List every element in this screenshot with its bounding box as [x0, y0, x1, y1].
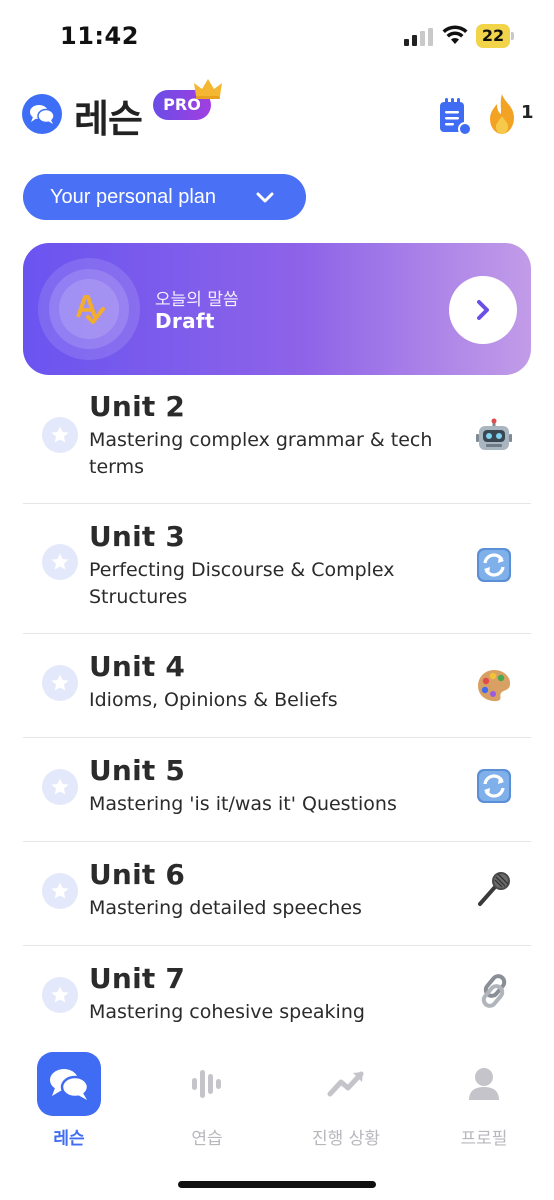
flame-icon[interactable]: [484, 92, 520, 136]
chat-bubbles-icon: [22, 94, 62, 134]
unit-list: Unit 2 Mastering complex grammar & tech …: [23, 378, 531, 1050]
home-indicator[interactable]: [178, 1181, 376, 1188]
tab-bar: 레슨 연습 진행 상황 프로필: [0, 1050, 554, 1160]
unit-title: Unit 5: [89, 754, 186, 787]
wifi-icon: [442, 25, 468, 44]
star-icon: [42, 544, 78, 580]
unit-description: Perfecting Discourse & Complex Structure…: [89, 559, 395, 608]
chevron-down-icon: [256, 192, 274, 203]
page-title: 레슨: [74, 97, 143, 141]
unit-list-item[interactable]: Unit 3 Perfecting Discourse & Complex St…: [23, 504, 531, 634]
robot-icon: [476, 418, 512, 450]
unit-title: Unit 7: [89, 962, 186, 995]
daily-card-subtitle: 오늘의 말씀: [155, 290, 239, 310]
tab-label: 연습: [191, 1129, 223, 1149]
cellular-signal-icon: [404, 28, 434, 46]
streak-count: 1: [521, 102, 534, 123]
battery-indicator: 22: [476, 24, 516, 48]
unit-list-item[interactable]: Unit 6 Mastering detailed speeches: [23, 842, 531, 946]
tab-label: 프로필: [460, 1129, 508, 1149]
star-icon: [42, 665, 78, 701]
tab-lessons[interactable]: 레슨: [9, 1050, 129, 1150]
battery-level: 22: [481, 26, 505, 45]
tab-label: 레슨: [53, 1129, 85, 1149]
star-icon: [42, 977, 78, 1013]
tab-progress[interactable]: 진행 상황: [286, 1050, 406, 1150]
daily-card-go-button[interactable]: [449, 276, 517, 344]
unit-description: Mastering cohesive speaking: [89, 1001, 365, 1023]
unit-list-item[interactable]: Unit 4 Idioms, Opinions & Beliefs: [23, 634, 531, 738]
unit-title: Unit 4: [89, 650, 186, 683]
star-icon: [42, 769, 78, 805]
repeat-icon: [477, 548, 511, 582]
repeat-icon: [477, 769, 511, 803]
star-icon: [42, 873, 78, 909]
unit-description: Mastering complex grammar & tech terms: [89, 429, 433, 478]
unit-title: Unit 2: [89, 390, 186, 423]
unit-title: Unit 6: [89, 858, 186, 891]
tab-profile[interactable]: 프로필: [424, 1050, 544, 1150]
spell-check-icon: [76, 295, 105, 324]
unit-list-item[interactable]: Unit 2 Mastering complex grammar & tech …: [23, 378, 531, 504]
unit-title: Unit 3: [89, 520, 186, 553]
waveform-icon: [175, 1052, 239, 1116]
microphone-icon: [478, 872, 510, 906]
notes-icon[interactable]: [436, 96, 472, 136]
status-bar: 11:42 22: [0, 0, 554, 72]
daily-lesson-card[interactable]: 오늘의 말씀 Draft: [23, 243, 531, 375]
crown-icon: [194, 79, 222, 99]
palette-icon: [478, 670, 511, 702]
daily-icon-ring: [38, 258, 140, 360]
unit-description: Mastering 'is it/was it' Questions: [89, 793, 397, 815]
person-icon: [452, 1052, 516, 1116]
tab-label: 진행 상황: [312, 1129, 380, 1149]
unit-description: Idioms, Opinions & Beliefs: [89, 689, 338, 711]
chevron-right-icon: [477, 300, 489, 320]
link-icon: [481, 974, 507, 1008]
status-time: 11:42: [60, 22, 139, 50]
star-icon: [42, 417, 78, 453]
plan-selector-button[interactable]: Your personal plan: [23, 174, 306, 220]
unit-description: Mastering detailed speeches: [89, 897, 362, 919]
plan-selector-label: Your personal plan: [50, 185, 217, 208]
tab-practice[interactable]: 연습: [147, 1050, 267, 1150]
unit-list-item[interactable]: Unit 7 Mastering cohesive speaking: [23, 946, 531, 1050]
daily-card-title: Draft: [155, 309, 215, 333]
trending-up-icon: [314, 1052, 378, 1116]
chat-bubbles-icon: [37, 1052, 101, 1116]
app-header: 레슨 PRO 1: [0, 79, 554, 144]
unit-list-item[interactable]: Unit 5 Mastering 'is it/was it' Question…: [23, 738, 531, 842]
